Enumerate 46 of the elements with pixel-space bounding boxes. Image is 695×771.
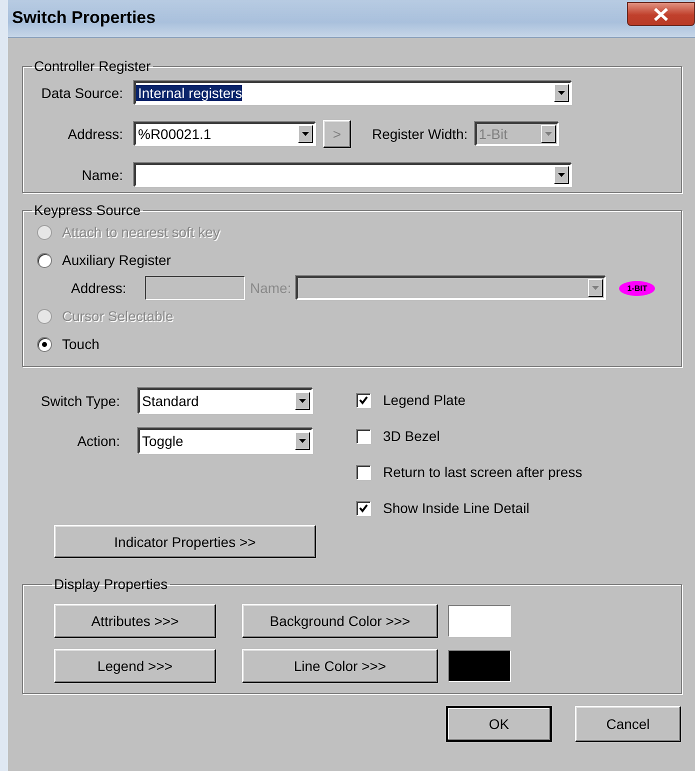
properties-button[interactable]: Attributes >>> <box>54 604 216 638</box>
close-icon <box>654 8 668 20</box>
radio-button[interactable] <box>37 252 52 268</box>
caret-icon <box>592 286 600 290</box>
dropdown[interactable] <box>134 163 572 187</box>
checkbox-label[interactable]: Return to last screen after press <box>383 464 582 480</box>
field-label: Address: <box>71 280 128 296</box>
checkbox[interactable] <box>356 428 371 444</box>
dropdown[interactable]: %R00021.1 <box>134 122 316 146</box>
properties-button[interactable]: Legend >>> <box>54 649 216 683</box>
group-title: Display Properties <box>53 576 169 592</box>
caret-icon <box>299 399 306 403</box>
radio-button[interactable] <box>37 336 52 352</box>
field-label: Switch Type: <box>40 393 120 409</box>
checkbox-label[interactable]: Show Inside Line Detail <box>383 500 530 516</box>
caret-icon <box>302 132 309 136</box>
color-button[interactable]: Background Color >>> <box>242 604 438 638</box>
dropdown[interactable]: Toggle <box>138 428 313 454</box>
dropdown[interactable]: Internal registers <box>134 81 572 105</box>
checkbox-label[interactable]: Legend Plate <box>383 392 466 408</box>
field-label: Address: <box>66 126 123 142</box>
field-label: Action: <box>76 433 120 449</box>
close-button[interactable] <box>627 2 695 26</box>
field-label: Data Source: <box>40 85 123 101</box>
bit-badge: 1-BIT <box>619 280 656 296</box>
caret-icon <box>558 173 565 177</box>
dropdown[interactable] <box>296 276 606 300</box>
dialog-button[interactable]: OK <box>446 706 552 742</box>
radio-label[interactable]: Auxiliary Register <box>62 252 171 268</box>
group-title: Keypress Source <box>33 202 142 218</box>
caret-icon <box>544 132 552 136</box>
radio-label[interactable]: Touch <box>62 336 100 352</box>
window-title: Switch Properties <box>11 7 156 28</box>
dropdown[interactable]: Standard <box>138 388 313 414</box>
checkbox[interactable] <box>356 464 371 480</box>
caret-icon <box>558 91 565 95</box>
caret-icon <box>299 439 306 443</box>
dialog-button[interactable]: Cancel <box>575 706 681 742</box>
checkbox-label[interactable]: 3D Bezel <box>383 428 440 444</box>
field-label: Name: <box>80 167 123 183</box>
field-label: Register Width: <box>372 126 468 142</box>
color-button[interactable]: Line Color >>> <box>242 649 438 683</box>
indicator-properties-button[interactable]: Indicator Properties >> <box>54 525 316 558</box>
checkbox[interactable] <box>356 392 371 408</box>
group-title: Controller Register <box>33 58 152 74</box>
checkbox[interactable] <box>356 500 371 516</box>
